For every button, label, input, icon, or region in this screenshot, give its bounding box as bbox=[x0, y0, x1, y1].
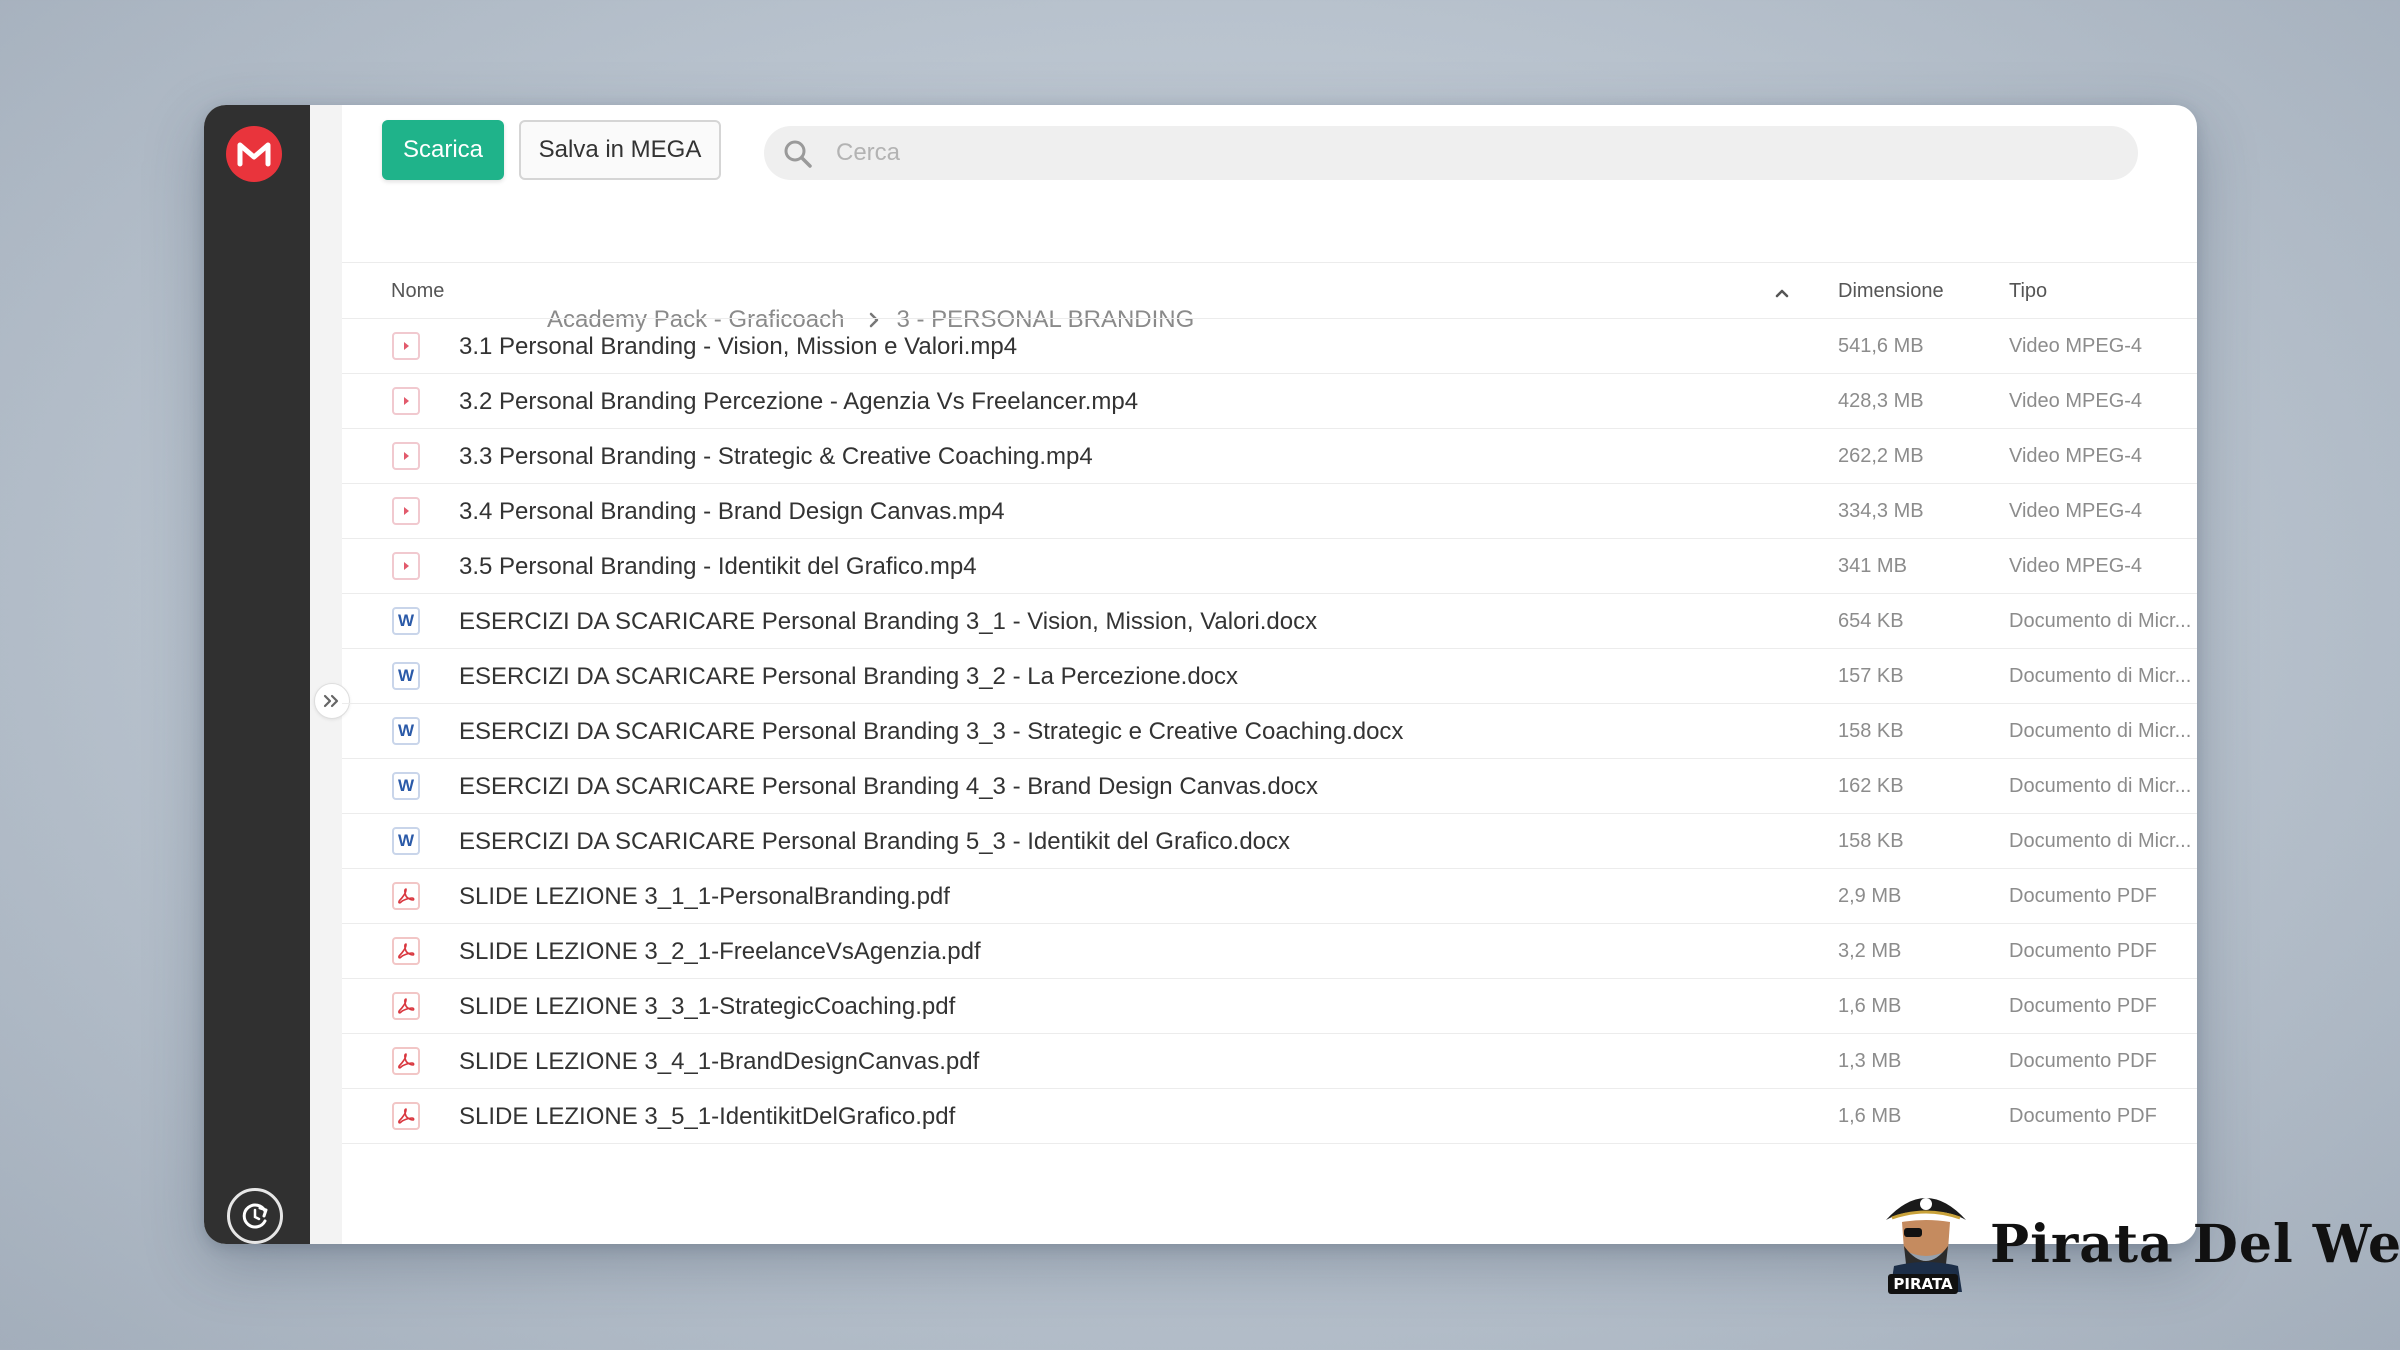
word-file-icon: W bbox=[392, 772, 420, 800]
main-panel: Scarica Salva in MEGA Academy Pack - Gra… bbox=[342, 105, 2197, 1244]
table-row[interactable]: 3.1 Personal Branding - Vision, Mission … bbox=[342, 319, 2197, 374]
table-body: 3.1 Personal Branding - Vision, Mission … bbox=[342, 319, 2197, 1144]
column-header-type[interactable]: Tipo bbox=[2009, 280, 2047, 303]
file-name[interactable]: 3.1 Personal Branding - Vision, Mission … bbox=[459, 333, 1017, 361]
file-size: 158 KB bbox=[1838, 720, 1904, 742]
brand-name: Pirata Del Web bbox=[1990, 1214, 2400, 1275]
mega-logo-icon[interactable] bbox=[226, 126, 282, 182]
file-type: Documento PDF bbox=[2009, 940, 2157, 962]
file-type: Documento di Micr... bbox=[2009, 720, 2192, 742]
table-row[interactable]: W ESERCIZI DA SCARICARE Personal Branding… bbox=[342, 649, 2197, 704]
save-to-mega-button[interactable]: Salva in MEGA bbox=[519, 120, 721, 180]
file-size: 262,2 MB bbox=[1838, 445, 1924, 467]
pdf-file-icon bbox=[392, 1102, 420, 1130]
table-row[interactable]: W ESERCIZI DA SCARICARE Personal Branding… bbox=[342, 704, 2197, 759]
file-size: 162 KB bbox=[1838, 775, 1904, 797]
video-file-icon bbox=[392, 442, 420, 470]
table-row[interactable]: SLIDE LEZIONE 3_2_1-FreelanceVsAgenzia.p… bbox=[342, 924, 2197, 979]
file-type: Documento PDF bbox=[2009, 1105, 2157, 1127]
sidebar-gutter bbox=[310, 105, 342, 1244]
file-size: 158 KB bbox=[1838, 830, 1904, 852]
table-row[interactable]: W ESERCIZI DA SCARICARE Personal Branding… bbox=[342, 759, 2197, 814]
search-input[interactable] bbox=[836, 126, 2096, 180]
video-file-icon bbox=[392, 552, 420, 580]
table-row[interactable]: 3.2 Personal Branding Percezione - Agenz… bbox=[342, 374, 2197, 429]
file-name[interactable]: ESERCIZI DA SCARICARE Personal Branding … bbox=[459, 608, 1317, 636]
file-type: Documento di Micr... bbox=[2009, 665, 2192, 687]
file-size: 428,3 MB bbox=[1838, 390, 1924, 412]
word-file-icon: W bbox=[392, 662, 420, 690]
word-file-icon: W bbox=[392, 607, 420, 635]
file-name[interactable]: SLIDE LEZIONE 3_1_1-PersonalBranding.pdf bbox=[459, 883, 950, 911]
table-row[interactable]: SLIDE LEZIONE 3_1_1-PersonalBranding.pdf… bbox=[342, 869, 2197, 924]
file-name[interactable]: 3.4 Personal Branding - Brand Design Can… bbox=[459, 498, 1005, 526]
table-row[interactable]: 3.3 Personal Branding - Strategic & Crea… bbox=[342, 429, 2197, 484]
file-size: 334,3 MB bbox=[1838, 500, 1924, 522]
file-name[interactable]: 3.2 Personal Branding Percezione - Agenz… bbox=[459, 388, 1138, 416]
table-row[interactable]: SLIDE LEZIONE 3_3_1-StrategicCoaching.pd… bbox=[342, 979, 2197, 1034]
app-window: Scarica Salva in MEGA Academy Pack - Gra… bbox=[204, 105, 2197, 1244]
sidebar bbox=[204, 105, 310, 1244]
file-size: 1,6 MB bbox=[1838, 1105, 1902, 1127]
file-size: 2,9 MB bbox=[1838, 885, 1902, 907]
file-name[interactable]: SLIDE LEZIONE 3_2_1-FreelanceVsAgenzia.p… bbox=[459, 938, 981, 966]
word-file-icon: W bbox=[392, 827, 420, 855]
table-row[interactable]: SLIDE LEZIONE 3_4_1-BrandDesignCanvas.pd… bbox=[342, 1034, 2197, 1089]
file-name[interactable]: SLIDE LEZIONE 3_5_1-IdentikitDelGrafico.… bbox=[459, 1103, 955, 1131]
column-header-size[interactable]: Dimensione bbox=[1838, 280, 1944, 303]
file-type: Video MPEG-4 bbox=[2009, 445, 2143, 467]
pdf-file-icon bbox=[392, 882, 420, 910]
word-file-icon: W bbox=[392, 717, 420, 745]
file-type: Video MPEG-4 bbox=[2009, 555, 2143, 577]
file-type: Video MPEG-4 bbox=[2009, 390, 2143, 412]
file-size: 3,2 MB bbox=[1838, 940, 1902, 962]
file-name[interactable]: 3.5 Personal Branding - Identikit del Gr… bbox=[459, 553, 977, 581]
file-type: Documento PDF bbox=[2009, 885, 2157, 907]
file-size: 1,3 MB bbox=[1838, 1050, 1902, 1072]
file-size: 341 MB bbox=[1838, 555, 1907, 577]
file-table: Nome Dimensione Tipo 3.1 Personal Brandi… bbox=[342, 262, 2197, 1144]
table-row[interactable]: W ESERCIZI DA SCARICARE Personal Branding… bbox=[342, 814, 2197, 869]
table-row[interactable]: 3.5 Personal Branding - Identikit del Gr… bbox=[342, 539, 2197, 594]
file-size: 541,6 MB bbox=[1838, 335, 1924, 357]
file-type: Documento di Micr... bbox=[2009, 610, 2192, 632]
table-row[interactable]: W ESERCIZI DA SCARICARE Personal Branding… bbox=[342, 594, 2197, 649]
file-name[interactable]: ESERCIZI DA SCARICARE Personal Branding … bbox=[459, 828, 1290, 856]
column-header-name[interactable]: Nome bbox=[391, 280, 444, 303]
file-size: 157 KB bbox=[1838, 665, 1904, 687]
pdf-file-icon bbox=[392, 1047, 420, 1075]
video-file-icon bbox=[392, 497, 420, 525]
file-name[interactable]: ESERCIZI DA SCARICARE Personal Branding … bbox=[459, 663, 1238, 691]
search-bar[interactable] bbox=[764, 126, 2138, 180]
watermark-brand: PIRATA Pirata Del Web bbox=[1878, 1180, 2400, 1300]
file-size: 654 KB bbox=[1838, 610, 1904, 632]
sync-icon[interactable] bbox=[227, 1188, 283, 1244]
file-name[interactable]: ESERCIZI DA SCARICARE Personal Branding … bbox=[459, 773, 1318, 801]
file-size: 1,6 MB bbox=[1838, 995, 1902, 1017]
file-type: Documento di Micr... bbox=[2009, 775, 2192, 797]
file-type: Documento di Micr... bbox=[2009, 830, 2192, 852]
sort-ascending-icon[interactable] bbox=[1774, 282, 1790, 305]
file-name[interactable]: 3.3 Personal Branding - Strategic & Crea… bbox=[459, 443, 1093, 471]
file-name[interactable]: ESERCIZI DA SCARICARE Personal Branding … bbox=[459, 718, 1403, 746]
file-type: Documento PDF bbox=[2009, 995, 2157, 1017]
mascot-label: PIRATA bbox=[1888, 1274, 1958, 1294]
file-name[interactable]: SLIDE LEZIONE 3_4_1-BrandDesignCanvas.pd… bbox=[459, 1048, 979, 1076]
download-button[interactable]: Scarica bbox=[382, 120, 504, 180]
video-file-icon bbox=[392, 332, 420, 360]
table-row[interactable]: SLIDE LEZIONE 3_5_1-IdentikitDelGrafico.… bbox=[342, 1089, 2197, 1144]
search-icon bbox=[784, 140, 812, 168]
file-type: Video MPEG-4 bbox=[2009, 500, 2143, 522]
video-file-icon bbox=[392, 387, 420, 415]
table-row[interactable]: 3.4 Personal Branding - Brand Design Can… bbox=[342, 484, 2197, 539]
pdf-file-icon bbox=[392, 992, 420, 1020]
file-name[interactable]: SLIDE LEZIONE 3_3_1-StrategicCoaching.pd… bbox=[459, 993, 955, 1021]
pdf-file-icon bbox=[392, 937, 420, 965]
file-type: Video MPEG-4 bbox=[2009, 335, 2143, 357]
table-header: Nome Dimensione Tipo bbox=[342, 262, 2197, 319]
file-type: Documento PDF bbox=[2009, 1050, 2157, 1072]
